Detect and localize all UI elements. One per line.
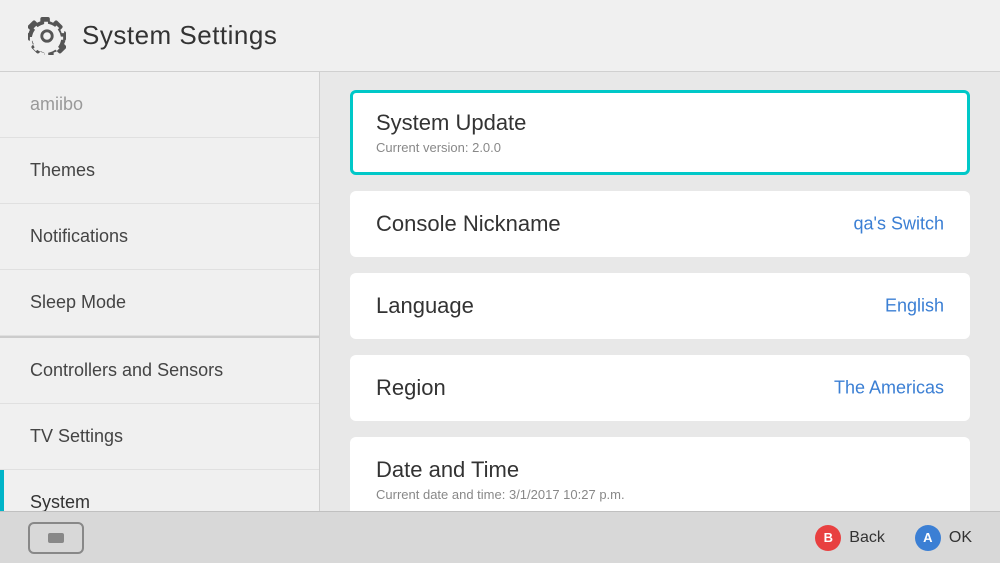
footer: B Back A OK <box>0 511 1000 563</box>
content-item-title-system-update: System Update <box>376 110 944 136</box>
header: System Settings <box>0 0 1000 72</box>
content-item-subtitle-date-and-time: Current date and time: 3/1/2017 10:27 p.… <box>376 487 944 502</box>
sidebar-item-tv-settings[interactable]: TV Settings <box>0 404 319 470</box>
content-item-value-language: English <box>885 296 944 317</box>
content-item-region[interactable]: RegionThe Americas <box>350 355 970 421</box>
sidebar-item-themes[interactable]: Themes <box>0 138 319 204</box>
ok-button[interactable]: A OK <box>915 525 972 551</box>
b-button-icon: B <box>815 525 841 551</box>
page-title: System Settings <box>82 20 277 51</box>
home-button-icon <box>48 533 64 543</box>
content-item-value-console-nickname: qa's Switch <box>854 214 944 235</box>
content-item-language[interactable]: LanguageEnglish <box>350 273 970 339</box>
gear-icon <box>28 17 66 55</box>
sidebar-item-notifications[interactable]: Notifications <box>0 204 319 270</box>
sidebar-item-sleep-mode[interactable]: Sleep Mode <box>0 270 319 336</box>
home-button-area <box>28 522 84 554</box>
back-button[interactable]: B Back <box>815 525 885 551</box>
sidebar-item-controllers-and-sensors[interactable]: Controllers and Sensors <box>0 336 319 404</box>
content-item-subtitle-system-update: Current version: 2.0.0 <box>376 140 944 155</box>
content-item-console-nickname[interactable]: Console Nicknameqa's Switch <box>350 191 970 257</box>
sidebar: amiiboThemesNotificationsSleep ModeContr… <box>0 72 320 524</box>
back-label: Back <box>849 529 885 547</box>
content-item-date-and-time[interactable]: Date and Time Current date and time: 3/1/… <box>350 437 970 522</box>
content-item-system-update[interactable]: System Update Current version: 2.0.0 <box>350 90 970 175</box>
content-item-title-language: Language <box>376 293 944 319</box>
main-layout: amiiboThemesNotificationsSleep ModeContr… <box>0 72 1000 524</box>
content-item-value-region: The Americas <box>834 378 944 399</box>
content-item-title-date-and-time: Date and Time <box>376 457 944 483</box>
content-panel: System Update Current version: 2.0.0 Conso… <box>320 72 1000 524</box>
home-button[interactable] <box>28 522 84 554</box>
ok-label: OK <box>949 529 972 547</box>
sidebar-item-amiibo[interactable]: amiibo <box>0 72 319 138</box>
a-button-icon: A <box>915 525 941 551</box>
